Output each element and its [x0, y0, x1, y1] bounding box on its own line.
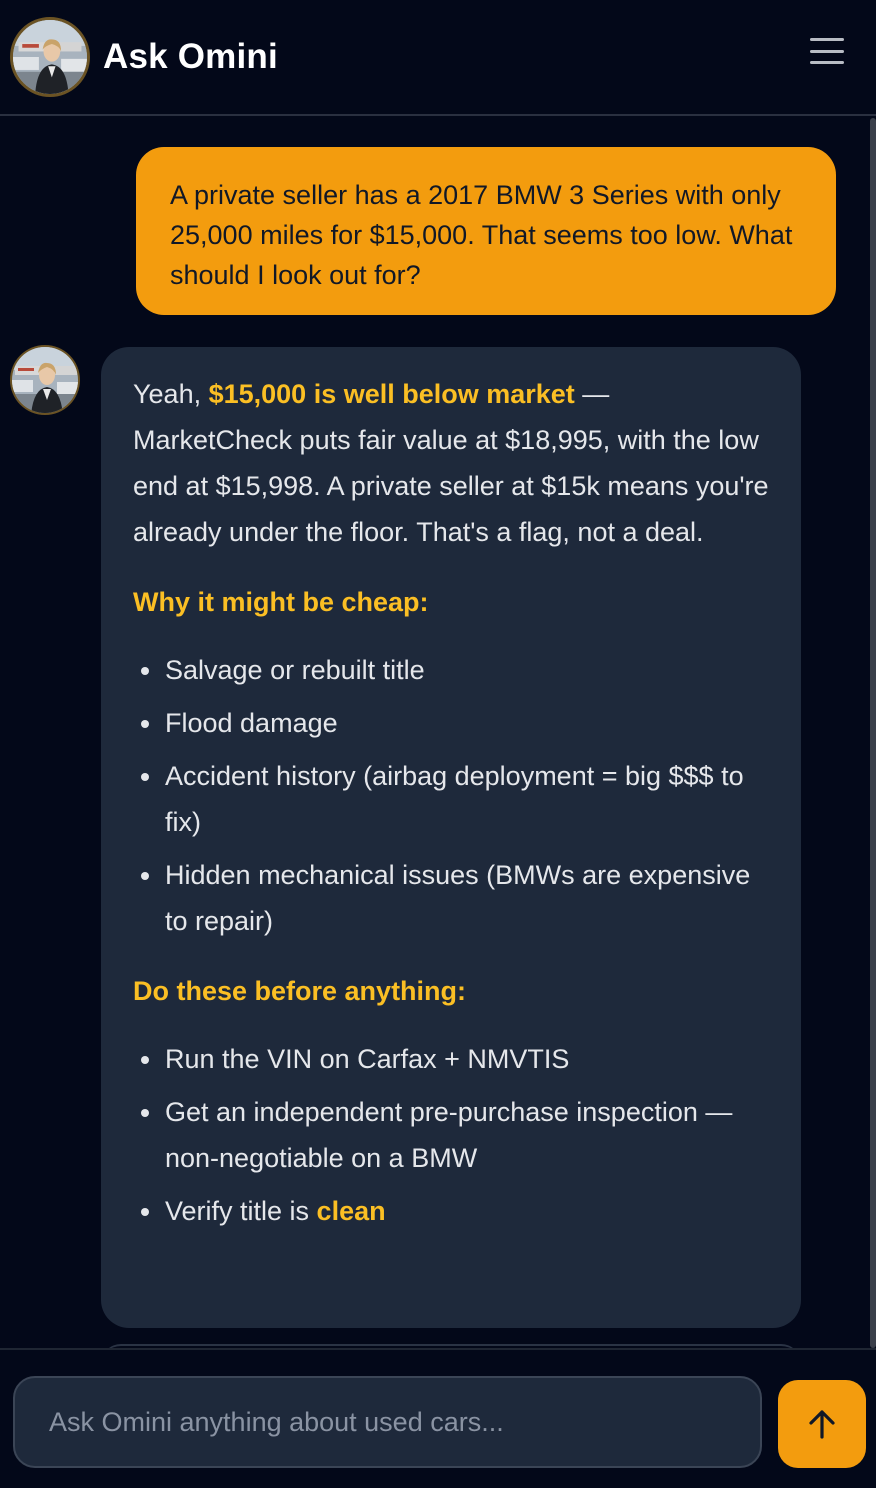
app-title: Ask Omini: [103, 37, 278, 76]
assistant-intro: Yeah, $15,000 is well below market — Mar…: [133, 371, 769, 555]
menu-line: [810, 61, 844, 64]
message-input-placeholder: Ask Omini anything about used cars...: [49, 1406, 504, 1437]
list-item: Get an independent pre-purchase inspecti…: [133, 1089, 769, 1181]
arrow-up-icon: [809, 1410, 835, 1439]
list-item: Run the VIN on Carfax + NMVTIS: [133, 1036, 769, 1082]
chat-thread[interactable]: A private seller has a 2017 BMW 3 Series…: [0, 118, 876, 1348]
assistant-avatar: [9, 344, 81, 416]
intro-highlight: $15,000 is well below market: [208, 379, 575, 409]
composer-bar: Ask Omini anything about used cars...: [0, 1348, 876, 1488]
chat-app: Ask Omini A private seller has a 2017 BM…: [0, 0, 876, 1488]
menu-line: [810, 49, 844, 53]
assistant-message: Yeah, $15,000 is well below market — Mar…: [101, 347, 801, 1328]
list-item: Accident history (airbag deployment = bi…: [133, 753, 769, 845]
hamburger-menu-icon[interactable]: [810, 36, 844, 66]
why-cheap-list: Salvage or rebuilt title Flood damage Ac…: [133, 647, 769, 944]
verify-prefix: Verify title is: [165, 1196, 317, 1226]
message-input[interactable]: Ask Omini anything about used cars...: [13, 1376, 762, 1468]
list-item: Hidden mechanical issues (BMWs are expen…: [133, 852, 769, 944]
list-item: Verify title is clean: [133, 1188, 769, 1234]
before-anything-list: Run the VIN on Carfax + NMVTIS Get an in…: [133, 1036, 769, 1234]
agent-avatar: [10, 17, 90, 97]
list-item: Salvage or rebuilt title: [133, 647, 769, 693]
scrollbar-thumb[interactable]: [870, 118, 876, 1348]
chat-scrollbar[interactable]: [870, 118, 876, 1348]
intro-prefix: Yeah,: [133, 379, 209, 409]
verify-highlight: clean: [316, 1196, 386, 1226]
send-button[interactable]: [778, 1380, 866, 1468]
list-item: Flood damage: [133, 700, 769, 746]
assistant-avatar-image: [10, 345, 80, 415]
app-header: Ask Omini: [0, 0, 876, 116]
section-heading-why-cheap: Why it might be cheap:: [133, 587, 429, 617]
user-message: A private seller has a 2017 BMW 3 Series…: [136, 147, 836, 315]
agent-avatar-image: [13, 20, 87, 94]
section-heading-before-anything: Do these before anything:: [133, 976, 467, 1006]
user-message-text: A private seller has a 2017 BMW 3 Series…: [170, 180, 793, 290]
menu-line: [810, 38, 844, 41]
